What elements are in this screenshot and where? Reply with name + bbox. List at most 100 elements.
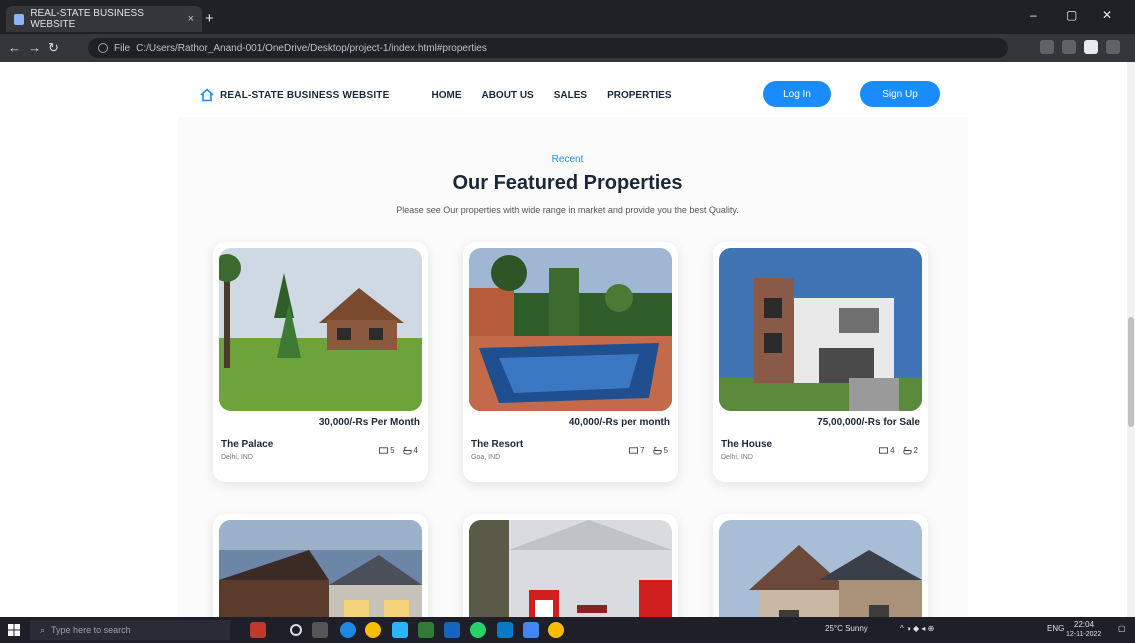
- pool-image: [469, 248, 672, 411]
- dusk-house-image: [219, 520, 422, 617]
- property-photo-palace: [219, 248, 422, 411]
- whatsapp-icon[interactable]: [470, 622, 486, 638]
- reload-icon[interactable]: ↻: [48, 40, 59, 56]
- clock-time[interactable]: 22:04: [1074, 620, 1094, 629]
- sidebar-icon[interactable]: [1084, 40, 1098, 54]
- property-card[interactable]: [713, 514, 928, 617]
- site-logo[interactable]: REAL-STATE BUSINESS WEBSITE: [200, 88, 389, 102]
- property-name: The Palace: [221, 439, 274, 450]
- signup-button[interactable]: Sign Up: [860, 81, 940, 107]
- page-viewport: REAL-STATE BUSINESS WEBSITE HOME ABOUT U…: [0, 62, 1135, 617]
- beds-feature: 4: [879, 446, 895, 455]
- beds-feature: 5: [379, 446, 395, 455]
- taskbar-search-placeholder: Type here to search: [51, 625, 131, 635]
- property-features: 7 5: [629, 446, 668, 455]
- baths-feature: 4: [402, 446, 418, 455]
- address-bar[interactable]: File C:/Users/Rathor_Anand-001/OneDrive/…: [88, 38, 1008, 58]
- property-name: The House: [721, 439, 773, 450]
- page-scrollbar[interactable]: [1127, 62, 1135, 617]
- vscode-icon[interactable]: [497, 622, 513, 638]
- chrome-icon[interactable]: [365, 622, 381, 638]
- property-photo: [219, 520, 422, 617]
- chrome-active-icon[interactable]: [548, 622, 564, 638]
- bath-icon: [902, 446, 912, 455]
- modern-house-image: [719, 248, 922, 411]
- profile-icon[interactable]: [1106, 40, 1120, 54]
- property-photo: [469, 520, 672, 617]
- task-view-icon[interactable]: [312, 622, 328, 638]
- property-price: 40,000/-Rs per month: [568, 417, 670, 428]
- language-indicator[interactable]: ENG: [1047, 624, 1064, 633]
- taskbar-search[interactable]: ⌕ Type here to search: [30, 620, 230, 640]
- search-icon: ⌕: [40, 624, 46, 635]
- url-text: C:/Users/Rathor_Anand-001/OneDrive/Deskt…: [136, 42, 487, 54]
- windows-start-icon[interactable]: [8, 624, 20, 636]
- store-icon[interactable]: [392, 622, 408, 638]
- login-button[interactable]: Log In: [763, 81, 831, 107]
- url-prefix: File: [114, 42, 131, 54]
- property-card[interactable]: [463, 514, 678, 617]
- site-navbar: REAL-STATE BUSINESS WEBSITE HOME ABOUT U…: [200, 80, 945, 110]
- property-name: The Resort: [471, 439, 524, 450]
- weather-widget-icon[interactable]: [250, 622, 266, 638]
- nav-menu: HOME ABOUT US SALES PROPERTIES: [431, 90, 671, 101]
- clock-date[interactable]: 12-11-2022: [1066, 631, 1101, 638]
- tab-title: REAL-STATE BUSINESS WEBSITE: [30, 8, 144, 30]
- notification-icon[interactable]: ▢: [1118, 624, 1126, 633]
- baths-count: 4: [413, 446, 418, 455]
- mail-icon[interactable]: [444, 622, 460, 638]
- back-icon[interactable]: ←: [8, 40, 21, 55]
- property-photo-house: [719, 248, 922, 411]
- property-photo-resort: [469, 248, 672, 411]
- weather-text[interactable]: 25°C Sunny: [825, 624, 868, 633]
- red-door-house-image: [469, 520, 672, 617]
- bath-icon: [402, 446, 412, 455]
- property-location: Delhi, IND: [721, 454, 753, 461]
- property-card[interactable]: 40,000/-Rs per month The Resort Goa, IND…: [463, 242, 678, 482]
- extensions-icon[interactable]: [1062, 40, 1076, 54]
- scrollbar-thumb[interactable]: [1128, 317, 1134, 427]
- app-icon-2[interactable]: [523, 622, 539, 638]
- property-card[interactable]: [213, 514, 428, 617]
- property-location: Delhi, IND: [221, 454, 253, 461]
- edge-icon[interactable]: [340, 622, 356, 638]
- property-features: 5 4: [379, 446, 418, 455]
- site-info-icon[interactable]: [98, 43, 108, 53]
- bed-icon: [879, 447, 889, 454]
- nav-about[interactable]: ABOUT US: [481, 90, 533, 101]
- nav-sales[interactable]: SALES: [554, 90, 587, 101]
- new-tab-button[interactable]: +: [205, 10, 214, 27]
- property-card[interactable]: 30,000/-Rs Per Month The Palace Delhi, I…: [213, 242, 428, 482]
- property-location: Goa, IND: [471, 454, 501, 461]
- property-card[interactable]: 75,00,000/-Rs for Sale The House Delhi, …: [713, 242, 928, 482]
- bed-icon: [629, 447, 639, 454]
- beds-count: 4: [890, 446, 895, 455]
- tray-icons[interactable]: ^ ◑ ◆ ◂ ⊕: [900, 624, 934, 633]
- bath-icon: [652, 446, 662, 455]
- nav-home[interactable]: HOME: [431, 90, 461, 101]
- browser-tab[interactable]: REAL-STATE BUSINESS WEBSITE ×: [6, 6, 202, 32]
- property-features: 4 2: [879, 446, 918, 455]
- tab-close-icon[interactable]: ×: [188, 13, 194, 25]
- close-window-button[interactable]: ✕: [1102, 8, 1112, 22]
- baths-count: 2: [913, 446, 918, 455]
- forward-icon[interactable]: →: [28, 40, 41, 55]
- property-price: 75,00,000/-Rs for Sale: [817, 417, 920, 428]
- beds-feature: 7: [629, 446, 645, 455]
- baths-count: 5: [663, 446, 668, 455]
- home-icon: [200, 88, 214, 102]
- house-garden-image: [219, 248, 422, 411]
- beds-count: 7: [640, 446, 645, 455]
- minimize-button[interactable]: –: [1030, 8, 1037, 22]
- app-icon[interactable]: [418, 622, 434, 638]
- property-price: 30,000/-Rs Per Month: [318, 417, 420, 428]
- baths-feature: 2: [902, 446, 918, 455]
- logo-text: REAL-STATE BUSINESS WEBSITE: [220, 89, 390, 101]
- nav-properties[interactable]: PROPERTIES: [607, 90, 671, 101]
- share-icon[interactable]: [1040, 40, 1054, 54]
- favicon-icon: [14, 13, 25, 25]
- cortana-icon[interactable]: [290, 624, 302, 636]
- section-title: Our Featured Properties: [452, 172, 683, 194]
- maximize-button[interactable]: ▢: [1066, 8, 1077, 22]
- baths-feature: 5: [652, 446, 668, 455]
